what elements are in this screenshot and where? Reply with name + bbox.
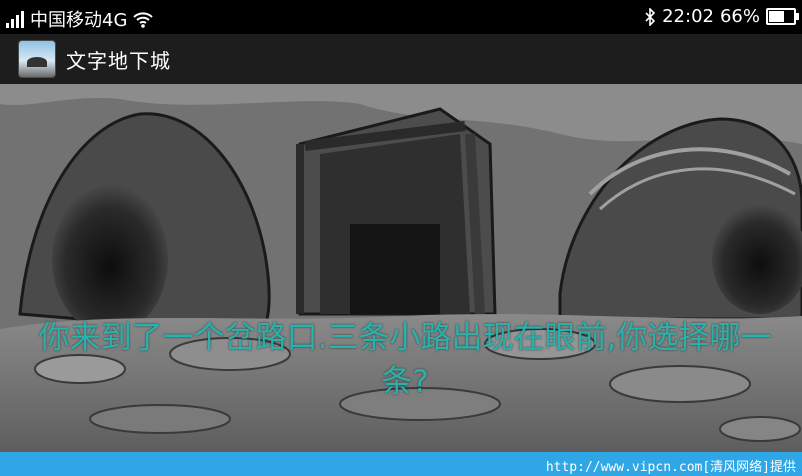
- watermark-text: http://www.vipcn.com[清风网络]提供: [545, 460, 796, 475]
- battery-icon: [766, 8, 799, 25]
- wifi-icon: [133, 12, 154, 28]
- app-icon[interactable]: [18, 40, 56, 78]
- bluetooth-icon: [645, 7, 656, 26]
- story-message: 你来到了一个岔路口.三条小路出现在眼前,你选择哪一条?: [38, 320, 772, 400]
- clock: 22:02: [662, 6, 714, 27]
- signal-icon: [6, 10, 24, 28]
- app-title: 文字地下城: [66, 48, 171, 73]
- game-scene[interactable]: 你来到了一个岔路口.三条小路出现在眼前,你选择哪一条?: [0, 84, 802, 452]
- battery-fill: [769, 11, 784, 22]
- action-bar: 文字地下城: [0, 34, 802, 84]
- watermark-bar: http://www.vipcn.com[清风网络]提供: [0, 452, 802, 476]
- carrier-label: 中国移动4G: [30, 10, 128, 31]
- battery-percent: 66%: [719, 6, 760, 27]
- status-bar: 中国移动4G 22:02 66%: [0, 0, 802, 34]
